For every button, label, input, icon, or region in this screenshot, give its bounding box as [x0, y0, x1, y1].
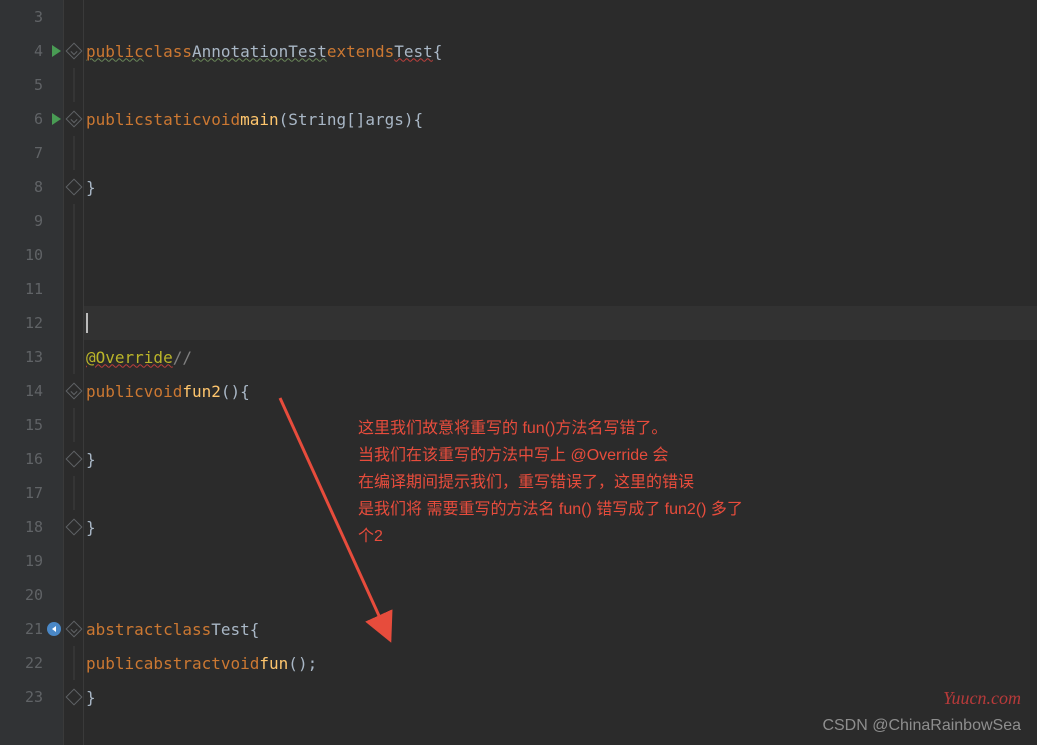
line-number: 18 [25, 518, 43, 536]
gutter-row[interactable]: 12 [0, 306, 63, 340]
gutter-row[interactable]: 15 [0, 408, 63, 442]
line-number: 12 [25, 314, 43, 332]
code-line[interactable] [84, 578, 1037, 612]
gutter-row[interactable]: 16 [0, 442, 63, 476]
code-line[interactable]: @Override // [84, 340, 1037, 374]
gutter-row[interactable]: 9 [0, 204, 63, 238]
gutter-row[interactable]: 18 [0, 510, 63, 544]
fold-handle-icon[interactable] [65, 689, 82, 706]
annotation-text: 这里我们故意将重写的 fun()方法名写错了。 当我们在该重写的方法中写上 @O… [358, 415, 918, 550]
gutter-row[interactable]: 5 [0, 68, 63, 102]
gutter-row[interactable]: 4 [0, 34, 63, 68]
annotation-line: 在编译期间提示我们，重写错误了，这里的错误 [358, 469, 918, 496]
gutter-row[interactable]: 20 [0, 578, 63, 612]
gutter-row[interactable]: 8 [0, 170, 63, 204]
line-number: 19 [25, 552, 43, 570]
code-line[interactable]: public void fun2() { [84, 374, 1037, 408]
gutter-row[interactable]: 22 [0, 646, 63, 680]
line-number: 21 [25, 620, 43, 638]
run-icon[interactable] [52, 45, 61, 57]
line-number: 3 [34, 8, 43, 26]
line-number: 22 [25, 654, 43, 672]
gutter-row[interactable]: 23 [0, 680, 63, 714]
code-line[interactable] [84, 68, 1037, 102]
annotation-line: 这里我们故意将重写的 fun()方法名写错了。 [358, 415, 918, 442]
fold-column [64, 0, 84, 745]
annotation-line: 当我们在该重写的方法中写上 @Override 会 [358, 442, 918, 469]
gutter-row[interactable]: 17 [0, 476, 63, 510]
gutter-row[interactable]: 7 [0, 136, 63, 170]
gutter-row[interactable]: 19 [0, 544, 63, 578]
line-number: 5 [34, 76, 43, 94]
code-line[interactable] [84, 204, 1037, 238]
code-line[interactable]: public static void main(String[] args) { [84, 102, 1037, 136]
code-line[interactable]: public abstract void fun(); [84, 646, 1037, 680]
caret-icon [86, 313, 88, 333]
line-number: 6 [34, 110, 43, 128]
code-line[interactable]: } [84, 680, 1037, 714]
line-number: 8 [34, 178, 43, 196]
code-line[interactable]: public class AnnotationTest extends Test… [84, 34, 1037, 68]
code-area[interactable]: public class AnnotationTest extends Test… [84, 0, 1037, 745]
line-number: 17 [25, 484, 43, 502]
run-icon[interactable] [52, 113, 61, 125]
line-number: 16 [25, 450, 43, 468]
line-number: 20 [25, 586, 43, 604]
line-number: 4 [34, 42, 43, 60]
code-editor: 3 4 5 6 7 8 9 10 11 12 13 14 15 16 17 18… [0, 0, 1037, 745]
gutter: 3 4 5 6 7 8 9 10 11 12 13 14 15 16 17 18… [0, 0, 64, 745]
fold-handle-icon[interactable] [65, 383, 82, 400]
annotation-line: 个2 [358, 523, 918, 550]
gutter-row[interactable]: 10 [0, 238, 63, 272]
gutter-row[interactable]: 14 [0, 374, 63, 408]
watermark: Yuucn.com [943, 688, 1021, 709]
fold-handle-icon[interactable] [65, 43, 82, 60]
line-number: 10 [25, 246, 43, 264]
annotation-line: 是我们将 需要重写的方法名 fun() 错写成了 fun2() 多了 [358, 496, 918, 523]
line-number: 15 [25, 416, 43, 434]
code-line-current[interactable] [84, 306, 1037, 340]
fold-handle-icon[interactable] [65, 111, 82, 128]
line-number: 7 [34, 144, 43, 162]
gutter-row[interactable]: 13 [0, 340, 63, 374]
line-number: 13 [25, 348, 43, 366]
code-line[interactable] [84, 0, 1037, 34]
line-number: 11 [25, 280, 43, 298]
override-icon[interactable] [47, 622, 61, 636]
code-line[interactable] [84, 238, 1037, 272]
gutter-row[interactable]: 3 [0, 0, 63, 34]
code-line[interactable] [84, 136, 1037, 170]
line-number: 9 [34, 212, 43, 230]
gutter-row[interactable]: 6 [0, 102, 63, 136]
gutter-row[interactable]: 11 [0, 272, 63, 306]
fold-handle-icon[interactable] [65, 519, 82, 536]
line-number: 14 [25, 382, 43, 400]
code-line[interactable]: } [84, 170, 1037, 204]
code-line[interactable]: abstract class Test { [84, 612, 1037, 646]
gutter-row[interactable]: 21↓ [0, 612, 63, 646]
fold-handle-icon[interactable] [65, 621, 82, 638]
fold-handle-icon[interactable] [65, 451, 82, 468]
line-number: 23 [25, 688, 43, 706]
code-line[interactable] [84, 272, 1037, 306]
fold-handle-icon[interactable] [65, 179, 82, 196]
watermark: CSDN @ChinaRainbowSea [822, 717, 1021, 735]
